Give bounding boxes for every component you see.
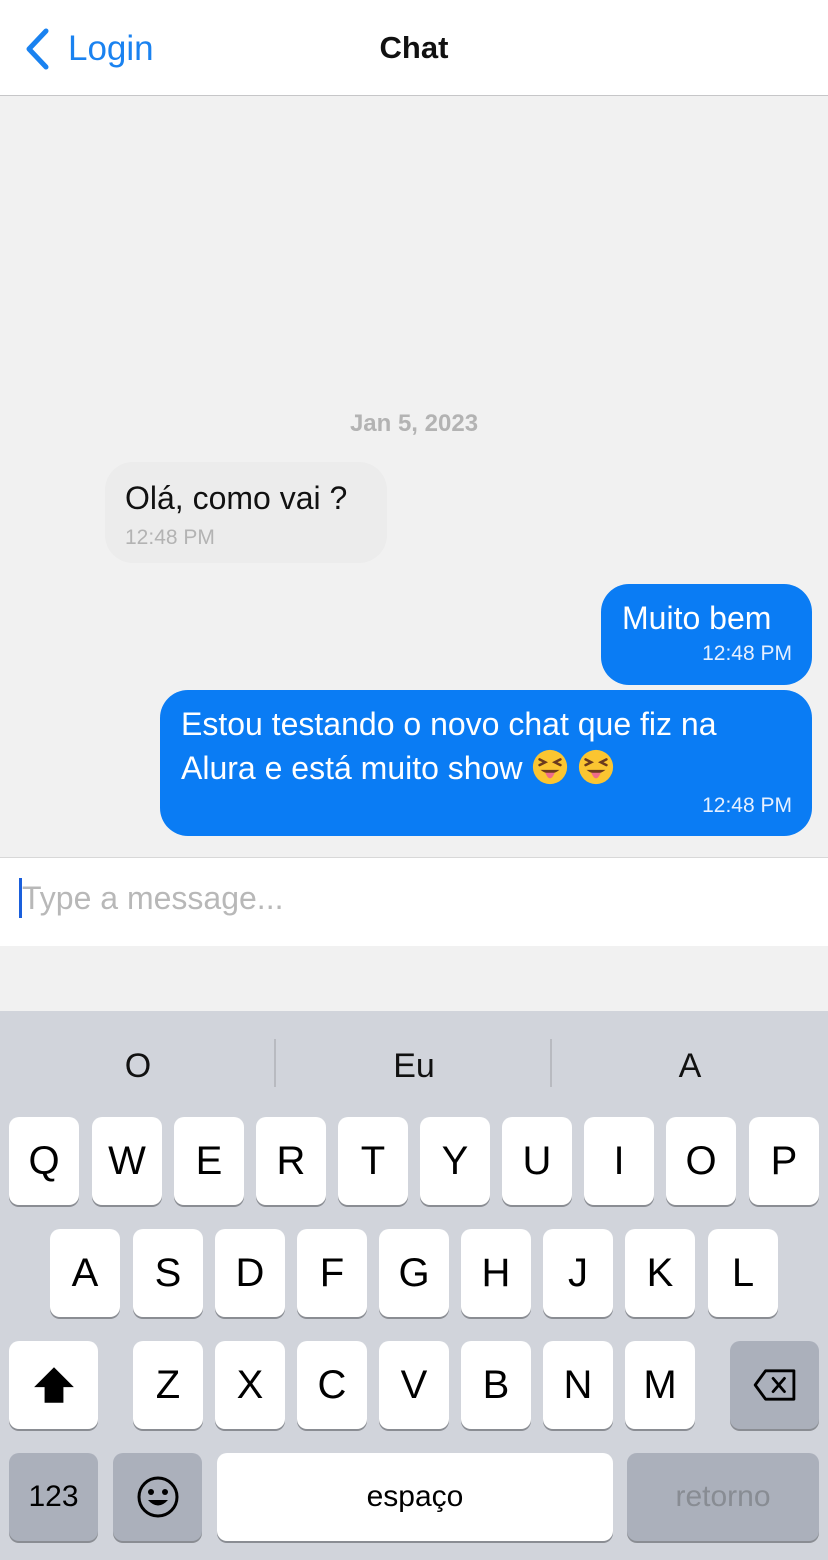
key-h[interactable]: H	[461, 1229, 531, 1317]
message-input[interactable]	[22, 872, 802, 924]
key-i[interactable]: I	[584, 1117, 654, 1205]
key-u[interactable]: U	[502, 1117, 572, 1205]
message-text-line-2-words: Alura e está muito show	[181, 750, 523, 786]
suggestion-2[interactable]: Eu	[276, 1047, 552, 1086]
key-o[interactable]: O	[666, 1117, 736, 1205]
message-text: Muito bem	[622, 600, 772, 636]
message-text-line-1: Estou testando o novo chat que fiz na	[181, 706, 717, 742]
key-q[interactable]: Q	[9, 1117, 79, 1205]
key-c[interactable]: C	[297, 1341, 367, 1429]
key-w[interactable]: W	[92, 1117, 162, 1205]
key-y[interactable]: Y	[420, 1117, 490, 1205]
numbers-key[interactable]: 123	[9, 1453, 98, 1541]
key-v[interactable]: V	[379, 1341, 449, 1429]
message-bubble-outgoing[interactable]: Muito bem 12:48 PM	[601, 584, 812, 685]
key-d[interactable]: D	[215, 1229, 285, 1317]
shift-key[interactable]	[9, 1341, 98, 1429]
navigation-bar: Login Chat	[0, 0, 828, 96]
key-p[interactable]: P	[749, 1117, 819, 1205]
message-text: Estou testando o novo chat que fiz na Al…	[181, 702, 792, 790]
squinting-tongue-emoji-icon	[577, 748, 615, 786]
page-title: Chat	[379, 30, 449, 65]
delete-key[interactable]	[730, 1341, 819, 1429]
message-text: Olá, como vai ?	[125, 480, 348, 516]
message-bubble-incoming[interactable]: Olá, como vai ? 12:48 PM	[105, 462, 387, 563]
suggestion-1[interactable]: O	[0, 1047, 276, 1086]
key-j[interactable]: J	[543, 1229, 613, 1317]
keyboard: O Eu A Q W E R T Y U I O P A S D F G H J…	[0, 1011, 828, 1560]
shift-arrow-icon	[33, 1367, 74, 1403]
key-x[interactable]: X	[215, 1341, 285, 1429]
key-z[interactable]: Z	[133, 1341, 203, 1429]
message-time: 12:48 PM	[702, 794, 792, 817]
key-l[interactable]: L	[708, 1229, 778, 1317]
key-g[interactable]: G	[379, 1229, 449, 1317]
key-s[interactable]: S	[133, 1229, 203, 1317]
key-a[interactable]: A	[50, 1229, 120, 1317]
key-b[interactable]: B	[461, 1341, 531, 1429]
smiley-icon	[137, 1476, 178, 1518]
suggestion-3[interactable]: A	[552, 1047, 828, 1086]
space-key[interactable]: espaço	[217, 1453, 613, 1541]
message-time: 12:48 PM	[125, 526, 215, 549]
key-f[interactable]: F	[297, 1229, 367, 1317]
backspace-icon	[753, 1369, 795, 1401]
message-bubble-outgoing[interactable]: Estou testando o novo chat que fiz na Al…	[160, 690, 812, 836]
emoji-key[interactable]	[113, 1453, 202, 1541]
squinting-tongue-emoji-icon	[531, 748, 569, 786]
key-n[interactable]: N	[543, 1341, 613, 1429]
message-text-line-2: Alura e está muito show	[181, 746, 792, 790]
date-separator: Jan 5, 2023	[349, 410, 479, 437]
key-k[interactable]: K	[625, 1229, 695, 1317]
key-e[interactable]: E	[174, 1117, 244, 1205]
return-key[interactable]: retorno	[627, 1453, 819, 1541]
message-composer	[0, 857, 828, 946]
key-t[interactable]: T	[338, 1117, 408, 1205]
message-time: 12:48 PM	[702, 642, 792, 665]
key-r[interactable]: R	[256, 1117, 326, 1205]
key-m[interactable]: M	[625, 1341, 695, 1429]
